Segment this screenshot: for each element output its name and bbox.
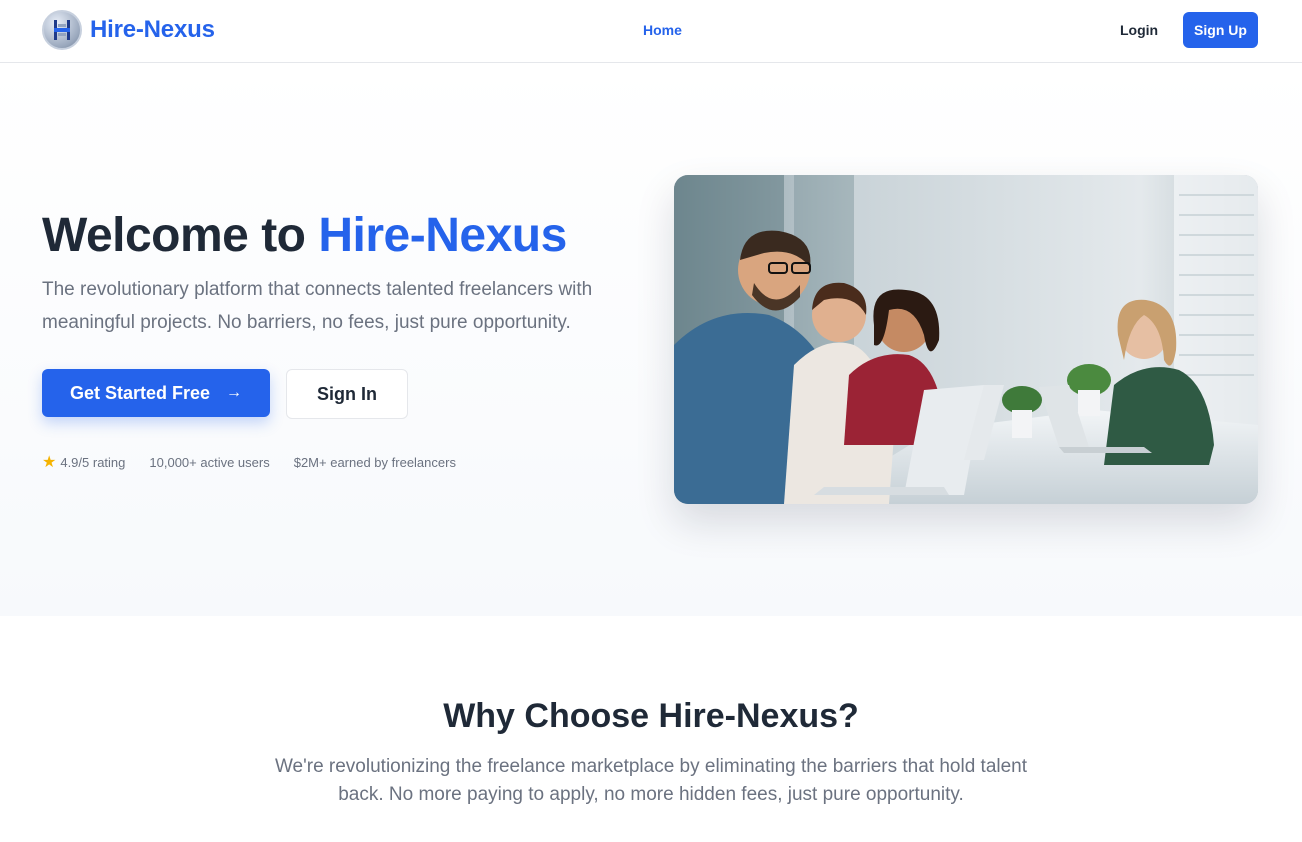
top-navbar: Hire-Nexus Home Login Sign Up [0, 0, 1302, 63]
brand-logo-link[interactable]: Hire-Nexus [42, 10, 215, 50]
why-title: Why Choose Hire-Nexus? [443, 697, 859, 735]
sign-in-button[interactable]: Sign In [286, 369, 408, 419]
hero-section: Welcome to Hire-Nexus The revolutionary … [0, 63, 1302, 616]
star-icon: ★ [42, 454, 57, 471]
brand-name: Hire-Nexus [90, 16, 215, 43]
hero-description: The revolutionary platform that connects… [42, 279, 593, 333]
stat-rating: ★ 4.9/5 rating [42, 452, 125, 472]
hero-title: Welcome to Hire-Nexus [42, 208, 567, 263]
get-started-button[interactable]: Get Started Free → [42, 369, 270, 417]
hero-title-accent: Hire-Nexus [318, 209, 567, 262]
why-description: We're revolutionizing the freelance mark… [274, 756, 1028, 805]
hire-nexus-logo-icon [42, 10, 82, 50]
nav-home-link[interactable]: Home [643, 22, 682, 38]
stat-earnings-text: $2M+ earned by freelancers [293, 454, 456, 470]
hero-stats: ★ 4.9/5 rating 10,000+ active users $2M+… [42, 452, 480, 472]
stat-users: 10,000+ active users [149, 455, 269, 470]
login-link[interactable]: Login [1120, 22, 1158, 38]
hero-title-prefix: Welcome to [42, 209, 319, 262]
hero-team-photo [674, 175, 1258, 504]
get-started-label: Get Started Free [69, 382, 211, 403]
stat-rating-text: 4.9/5 rating [60, 454, 126, 470]
signup-button[interactable]: Sign Up [1183, 12, 1258, 48]
arrow-right-icon: → [226, 384, 243, 401]
stat-users-text: 10,000+ active users [149, 454, 270, 470]
stat-earnings: $2M+ earned by freelancers [294, 455, 456, 470]
